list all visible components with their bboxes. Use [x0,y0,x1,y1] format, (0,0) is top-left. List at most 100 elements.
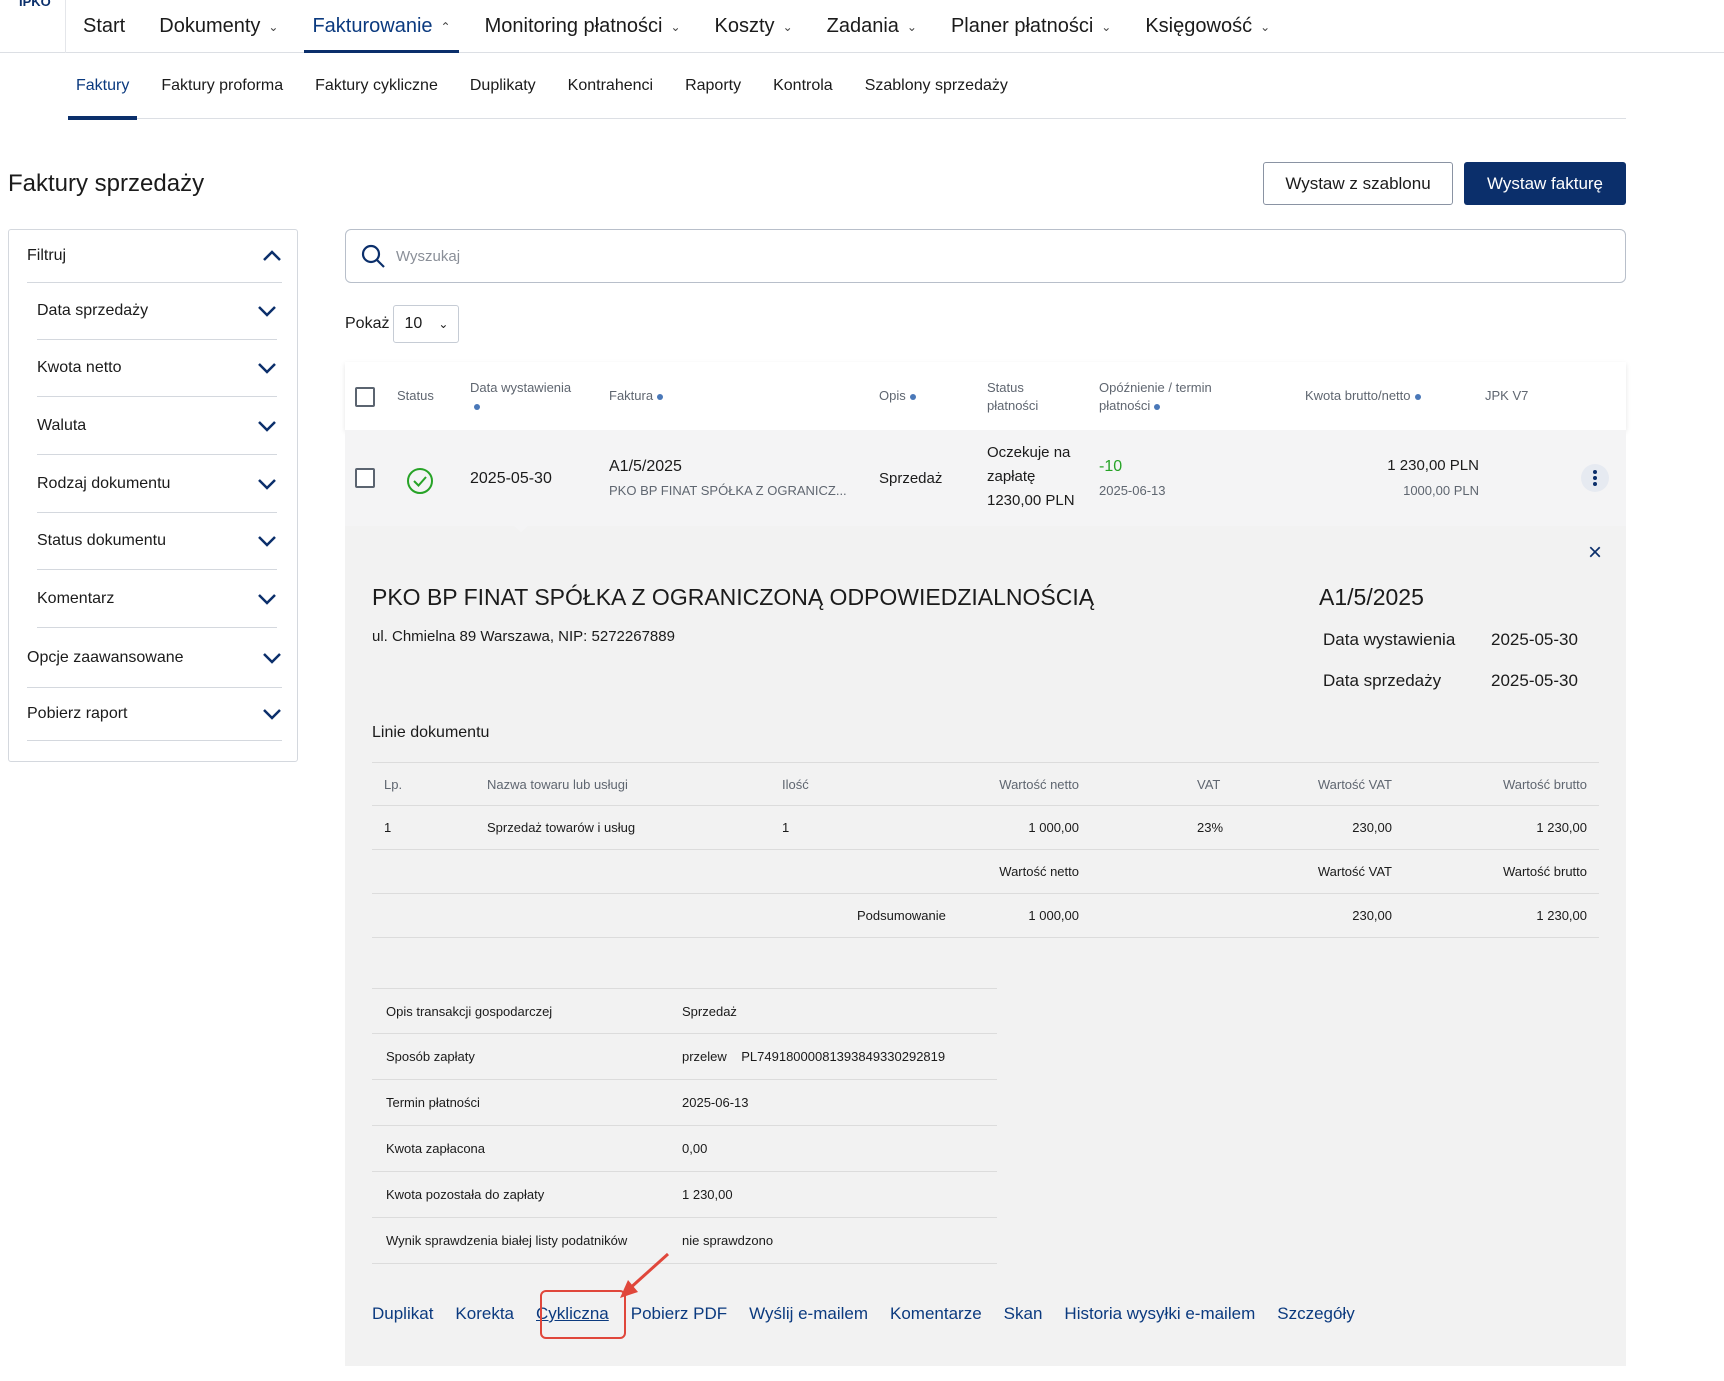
chevron-down-icon: ⌄ [1260,19,1271,34]
issue-invoice-button[interactable]: Wystaw fakturę [1464,162,1626,205]
lines-table-header: Lp. Nazwa towaru lub usługi Ilość Wartoś… [372,762,1599,806]
line-lp: 1 [384,820,392,835]
detail-sale-date: 2025-05-30 [1491,671,1578,690]
subnav-faktury-proforma[interactable]: Faktury proforma [161,53,283,119]
action-komentarze[interactable]: Komentarze [890,1304,982,1324]
col-invoice[interactable]: Faktura [609,387,664,405]
action-korekta[interactable]: Korekta [455,1304,514,1324]
brand-logo[interactable]: IPKO [0,0,66,53]
filter-header[interactable]: Filtruj [27,230,282,283]
row-due-date: 2025-06-13 [1099,483,1166,498]
row-checkbox[interactable] [355,468,375,488]
filter-download-report[interactable]: Pobierz raport [27,688,282,741]
subnav-faktury[interactable]: Faktury [67,53,138,120]
filter-item-label: Rodzaj dokumentu [37,474,171,492]
filter-advanced-options[interactable]: Opcje zaawansowane [27,628,282,688]
action-wyslij-email[interactable]: Wyślij e-mailem [749,1304,868,1324]
filter-item-waluta[interactable]: Waluta [37,397,277,455]
action-szczegoly[interactable]: Szczegóły [1277,1304,1354,1324]
line-qty: 1 [782,820,790,835]
summary-net: 1 000,00 [1028,908,1079,923]
info-key: Wynik sprawdzenia białej listy podatnikó… [386,1233,628,1248]
top-nav-start[interactable]: Start [83,0,125,53]
info-row: Sposób zapłaty przelew PL749180000813938… [372,1034,997,1080]
filter-item-kwota-netto[interactable]: Kwota netto [37,340,277,397]
action-historia-wysylki[interactable]: Historia wysyłki e-mailem [1064,1304,1255,1324]
close-icon[interactable]: × [1588,539,1602,567]
top-nav-fakturowanie[interactable]: Fakturowanie ⌃ [304,0,459,53]
filter-item-rodzaj-dokumentu[interactable]: Rodzaj dokumentu [37,455,277,513]
row-net-amount: 1000,00 PLN [1403,483,1479,498]
line-name: Sprzedaż towarów i usług [487,820,636,835]
summary-header-row: Wartość netto Wartość VAT Wartość brutto [372,850,1599,894]
info-value: przelew PL74918000081393849330292819 [682,1049,946,1064]
chevron-down-icon [257,478,277,490]
table-row[interactable]: 2025-05-30 A1/5/2025 PKO BP FINAT SPÓŁKA… [345,430,1626,526]
top-nav-zadania[interactable]: Zadania ⌄ [827,0,917,53]
info-key: Kwota zapłacona [386,1141,486,1156]
subnav-faktury-cykliczne[interactable]: Faktury cykliczne [315,53,438,119]
filter-item-status-dokumentu[interactable]: Status dokumentu [37,513,277,570]
row-more-options-icon[interactable] [1581,464,1609,492]
info-row: Termin płatności 2025-06-13 [372,1080,997,1126]
select-all-checkbox[interactable] [355,387,375,407]
filter-item-data-sprzedazy[interactable]: Data sprzedaży [37,283,277,340]
chevron-down-icon: ⌄ [268,19,279,34]
sort-icon [1414,393,1421,400]
filter-item-label: Kwota netto [37,359,122,376]
lines-col-lp: Lp. [384,777,403,792]
col-payment-status[interactable]: Status płatności [987,379,1067,415]
top-nav-planer[interactable]: Planer płatności ⌄ [951,0,1111,53]
top-nav-label: Fakturowanie [312,15,433,37]
top-nav-dokumenty[interactable]: Dokumenty ⌄ [159,0,278,53]
subnav-szablony[interactable]: Szablony sprzedaży [865,53,1008,119]
page-size-select[interactable]: 10 ⌄ [393,305,460,343]
row-payment-status-3: 1230,00 PLN [987,492,1075,509]
chevron-down-icon: ⌄ [670,19,681,34]
row-invoice-number: A1/5/2025 [609,458,682,475]
info-key: Opis transakcji gospodarczej [386,1004,553,1019]
col-description[interactable]: Opis [879,387,916,405]
subnav-duplikaty[interactable]: Duplikaty [470,53,536,119]
page-title: Faktury sprzedaży [8,170,205,197]
subnav-kontrahenci[interactable]: Kontrahenci [568,53,653,119]
top-nav-koszty[interactable]: Koszty ⌄ [715,0,793,53]
action-skan[interactable]: Skan [1004,1304,1043,1324]
chevron-down-icon [257,305,277,317]
search-box[interactable] [345,229,1626,283]
subnav-kontrola[interactable]: Kontrola [773,53,833,119]
issue-from-template-button[interactable]: Wystaw z szablonu [1263,162,1453,205]
filter-item-label: Komentarz [37,589,115,607]
row-payment-status-1: Oczekuje na [987,444,1071,461]
summary-vat-value: 230,00 [1352,908,1392,923]
col-status[interactable]: Status [397,387,434,405]
sort-icon [1154,403,1161,410]
summary-row: Podsumowanie 1 000,00 230,00 1 230,00 [372,894,1599,938]
info-key: Sposób zapłaty [386,1049,475,1064]
invoice-detail-panel: × PKO BP FINAT SPÓŁKA Z OGRANICZONĄ ODPO… [345,526,1626,1366]
action-duplikat[interactable]: Duplikat [372,1304,433,1324]
col-label: Opis [879,388,906,403]
summary-col-gross: Wartość brutto [1502,864,1587,879]
col-issue-date[interactable]: Data wystawienia [470,379,590,415]
top-nav-ksiegowosc[interactable]: Księgowość ⌄ [1145,0,1270,53]
page-size-control: Pokaż 10 ⌄ [345,305,460,343]
search-input[interactable] [396,247,1576,265]
top-nav-monitoring[interactable]: Monitoring płatności ⌄ [485,0,681,53]
subnav-raporty[interactable]: Raporty [685,53,741,119]
action-pobierz-pdf[interactable]: Pobierz PDF [631,1304,727,1324]
col-delay[interactable]: Opóźnienie / termin płatności [1099,379,1239,415]
info-key: Kwota pozostała do zapłaty [386,1187,545,1202]
info-row: Kwota zapłacona 0,00 [372,1126,997,1172]
col-amount[interactable]: Kwota brutto/netto [1305,387,1421,405]
top-nav-label: Koszty [714,15,775,37]
lines-col-net: Wartość netto [999,777,1079,792]
filter-item-label: Status dokumentu [37,532,166,549]
top-nav-label: Zadania [826,15,899,37]
chevron-down-icon: ⌄ [1101,19,1112,34]
info-value: nie sprawdzono [682,1233,774,1248]
filter-item-komentarz[interactable]: Komentarz [37,570,277,628]
col-label: Data wystawienia [470,380,572,395]
lines-col-vat-value: Wartość VAT [1317,777,1392,792]
chevron-down-icon: ⌄ [438,317,449,331]
